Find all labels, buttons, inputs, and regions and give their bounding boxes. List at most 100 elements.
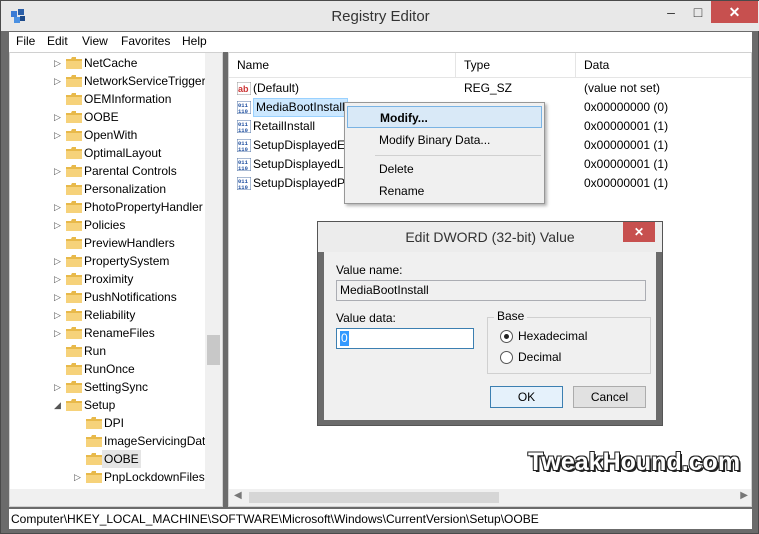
value-row[interactable]: ab (Default) REG_SZ (value not set) <box>229 79 751 98</box>
expand-arrow-icon[interactable]: ▷ <box>54 108 64 126</box>
tree-item-label: Personalization <box>84 182 167 196</box>
folder-icon <box>66 381 82 393</box>
menu-file[interactable]: File <box>16 34 35 48</box>
expand-arrow-icon[interactable]: ▷ <box>54 324 64 342</box>
value-data: (value not set) <box>584 81 661 95</box>
tree-item-label: NetCache <box>84 56 138 70</box>
tree-item-label: DPI <box>104 416 125 430</box>
cancel-button[interactable]: Cancel <box>573 386 646 408</box>
expanded-arrow-icon[interactable]: ◢ <box>54 396 64 414</box>
watermark-text: TweakHound.com <box>528 448 741 476</box>
maximize-button[interactable]: □ <box>685 1 711 23</box>
binary-value-icon: 011 110 <box>236 119 252 134</box>
expand-arrow-icon[interactable]: ▷ <box>54 216 64 234</box>
ctx-modify-binary[interactable]: Modify Binary Data... <box>347 129 542 151</box>
svg-text:110: 110 <box>238 127 248 133</box>
decimal-radio[interactable] <box>500 351 513 364</box>
tree-item-label: OOBE <box>102 450 141 468</box>
folder-icon <box>86 453 102 465</box>
close-button[interactable]: ✕ <box>711 1 758 23</box>
value-name: MediaBootInstall <box>253 98 348 117</box>
expand-arrow-icon[interactable]: ▷ <box>54 126 64 144</box>
column-header-data[interactable]: Data <box>576 53 751 77</box>
svg-text:110: 110 <box>238 146 248 152</box>
value-name: SetupDisplayedPr <box>253 176 350 190</box>
column-header-type[interactable]: Type <box>456 53 576 77</box>
svg-text:110: 110 <box>238 165 248 171</box>
value-data-text: 0 <box>340 331 349 346</box>
hexadecimal-radio[interactable] <box>500 330 513 343</box>
value-data-input[interactable]: 0 <box>336 328 474 349</box>
base-label: Base <box>494 309 528 323</box>
folder-icon <box>66 129 82 141</box>
list-scroll-thumb[interactable] <box>249 492 499 503</box>
value-data: 0x00000001 (1) <box>584 138 669 152</box>
tree-item-label: Proximity <box>84 272 134 286</box>
svg-text:ab: ab <box>238 84 249 94</box>
expand-arrow-icon[interactable]: ▷ <box>54 54 64 72</box>
menu-view[interactable]: View <box>82 34 108 48</box>
tree-vertical-scrollbar[interactable] <box>205 53 222 506</box>
menu-edit[interactable]: Edit <box>47 34 68 48</box>
folder-icon <box>66 291 82 303</box>
folder-icon <box>66 165 82 177</box>
scroll-left-arrow-icon[interactable]: ◀ <box>234 490 242 501</box>
tree-item-label: PreviewHandlers <box>84 236 175 250</box>
ok-button[interactable]: OK <box>490 386 563 408</box>
hexadecimal-label[interactable]: Hexadecimal <box>518 329 587 343</box>
folder-icon <box>66 309 82 321</box>
tree-horizontal-scrollbar[interactable] <box>10 489 207 506</box>
tree-item-label: NetworkServiceTrigger <box>84 74 206 88</box>
tree-item-label: OEMInformation <box>84 92 172 106</box>
binary-value-icon: 011 110 <box>236 138 252 153</box>
tree-item-label: Parental Controls <box>84 164 177 178</box>
tree-item-label: ImageServicingData <box>104 434 213 448</box>
expand-arrow-icon[interactable]: ▷ <box>54 288 64 306</box>
scroll-right-arrow-icon[interactable]: ▶ <box>740 490 748 501</box>
ctx-separator <box>375 155 541 156</box>
folder-icon <box>66 237 82 249</box>
expand-arrow-icon[interactable]: ▷ <box>54 270 64 288</box>
value-name: SetupDisplayedLa <box>253 157 351 171</box>
tree-item-label: PnpLockdownFiles <box>104 470 205 484</box>
tree-scroll-thumb[interactable] <box>207 335 220 365</box>
ctx-rename[interactable]: Rename <box>347 180 542 202</box>
binary-value-icon: 011 110 <box>236 100 252 115</box>
expand-arrow-icon[interactable]: ▷ <box>54 72 64 90</box>
tree-item-label: PropertySystem <box>84 254 170 268</box>
title-bar: Registry Editor – □ ✕ <box>1 1 759 31</box>
value-data: 0x00000000 (0) <box>584 100 669 114</box>
expand-arrow-icon[interactable]: ▷ <box>54 378 64 396</box>
menu-bar: File Edit View Favorites Help <box>9 32 752 52</box>
expand-arrow-icon[interactable]: ▷ <box>74 468 84 486</box>
folder-icon <box>66 75 82 87</box>
column-header-name[interactable]: Name <box>229 53 456 77</box>
folder-icon <box>66 219 82 231</box>
expand-arrow-icon[interactable]: ▷ <box>54 198 64 216</box>
status-bar-path: Computer\HKEY_LOCAL_MACHINE\SOFTWARE\Mic… <box>9 509 752 529</box>
svg-text:110: 110 <box>238 108 248 114</box>
folder-icon <box>66 363 82 375</box>
ctx-modify[interactable]: Modify... <box>347 106 542 128</box>
expand-arrow-icon[interactable]: ▷ <box>54 306 64 324</box>
dialog-close-button[interactable]: ✕ <box>623 222 655 242</box>
tree-item-label: OOBE <box>84 110 119 124</box>
minimize-button[interactable]: – <box>657 1 685 23</box>
binary-value-icon: 011 110 <box>236 157 252 172</box>
svg-text:110: 110 <box>238 184 248 190</box>
decimal-label[interactable]: Decimal <box>518 350 561 364</box>
menu-help[interactable]: Help <box>182 34 207 48</box>
folder-icon <box>86 471 102 483</box>
folder-icon <box>86 435 102 447</box>
menu-favorites[interactable]: Favorites <box>121 34 170 48</box>
value-data-label: Value data: <box>336 311 396 325</box>
folder-icon <box>86 417 102 429</box>
expand-arrow-icon[interactable]: ▷ <box>54 162 64 180</box>
folder-icon <box>66 345 82 357</box>
tree-item-label: OpenWith <box>84 128 138 142</box>
expand-arrow-icon[interactable]: ▷ <box>54 252 64 270</box>
value-name: RetailInstall <box>253 119 316 133</box>
list-horizontal-scrollbar[interactable]: ◀ ▶ <box>229 489 751 506</box>
value-name-label: Value name: <box>336 263 403 277</box>
ctx-delete[interactable]: Delete <box>347 158 542 180</box>
